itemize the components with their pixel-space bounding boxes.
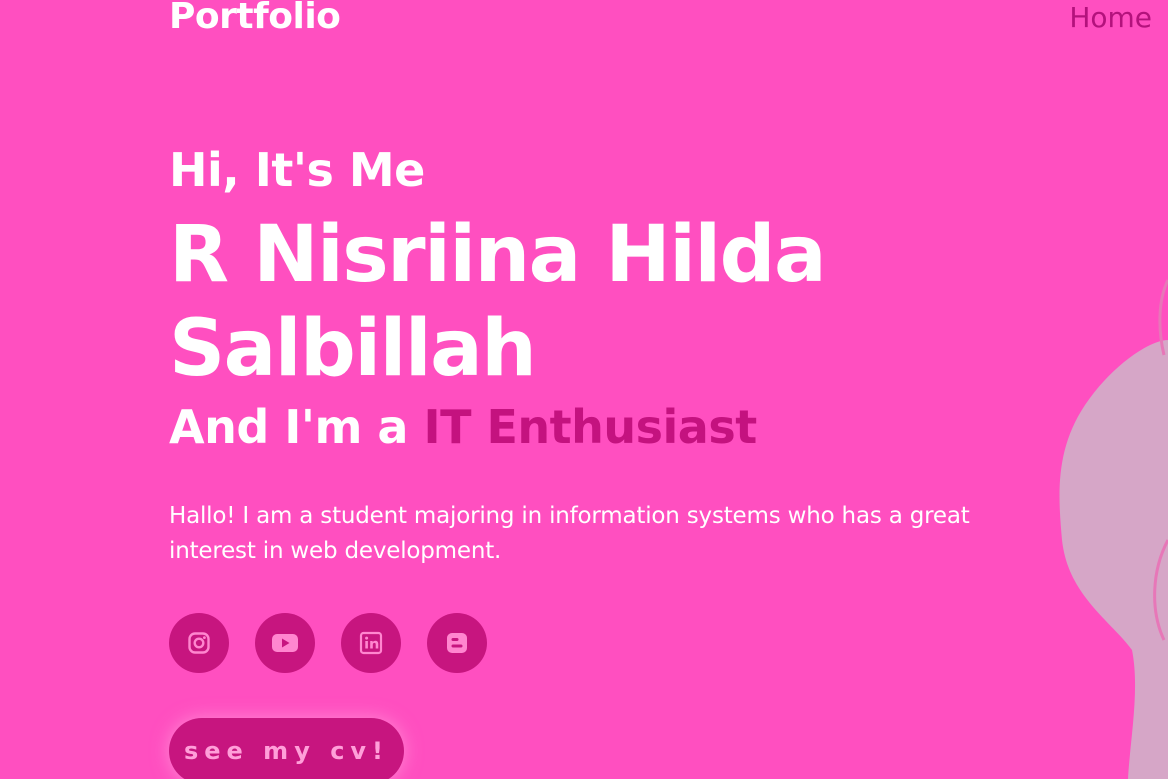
hero-image-blob bbox=[1059, 279, 1168, 779]
hero-role-line: And I'm a IT Enthusiast bbox=[169, 400, 757, 454]
role-prefix: And I'm a bbox=[169, 400, 408, 454]
hero-description: Hallo! I am a student majoring in inform… bbox=[169, 503, 970, 564]
hero-name: R Nisriina Hilda Salbillah bbox=[169, 210, 827, 394]
youtube-icon bbox=[272, 634, 298, 652]
instagram-link[interactable] bbox=[169, 613, 229, 673]
linkedin-icon bbox=[359, 631, 383, 655]
blogger-link[interactable] bbox=[427, 613, 487, 673]
site-logo[interactable]: Portfolio bbox=[169, 0, 341, 37]
linkedin-link[interactable] bbox=[341, 613, 401, 673]
nav-link-home[interactable]: Home bbox=[1069, 1, 1152, 34]
social-links bbox=[169, 613, 487, 673]
hero-greeting: Hi, It's Me bbox=[169, 143, 425, 197]
see-cv-button[interactable]: see my cv! bbox=[169, 718, 404, 779]
role-text: IT Enthusiast bbox=[423, 400, 758, 454]
instagram-icon bbox=[188, 632, 210, 654]
blogger-icon bbox=[447, 633, 467, 653]
youtube-link[interactable] bbox=[255, 613, 315, 673]
portfolio-page: Portfolio Home Hi, It's Me R Nisriina Hi… bbox=[0, 0, 1168, 779]
